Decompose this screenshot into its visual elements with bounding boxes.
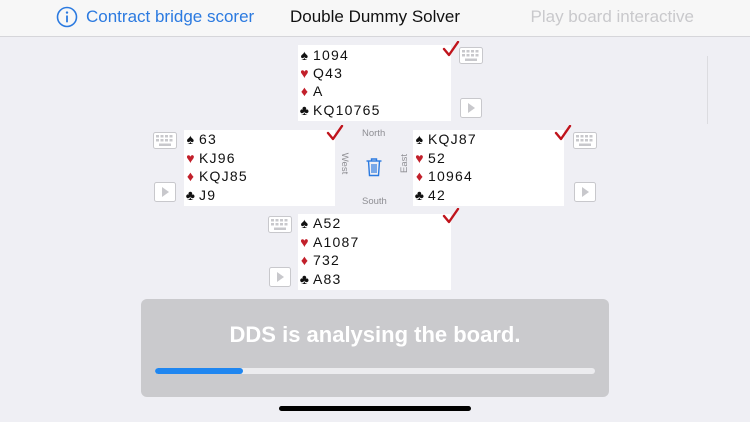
west-spades-row: ♠ 63 — [184, 131, 217, 149]
north-hearts-row: ♥ Q43 — [298, 65, 343, 83]
north-play-icon[interactable] — [460, 98, 482, 118]
west-play-icon[interactable] — [154, 182, 176, 202]
club-icon: ♣ — [299, 102, 311, 118]
west-hand: ♠ 63 ♥ KJ96 ♦ KQJ85 ♣ J9 — [184, 130, 335, 206]
trash-icon[interactable] — [365, 157, 383, 177]
progress-fill — [155, 368, 243, 374]
south-diamonds: 732 — [313, 252, 340, 268]
east-hearts-row: ♥ 52 — [413, 150, 446, 168]
spade-icon: ♠ — [300, 215, 310, 231]
heart-icon: ♥ — [186, 150, 196, 166]
west-diamonds: KQJ85 — [199, 168, 248, 184]
club-icon: ♣ — [299, 271, 311, 287]
north-checkmark-icon — [442, 41, 460, 57]
south-spades: A52 — [313, 215, 342, 231]
east-clubs-row: ♣ 42 — [413, 187, 446, 205]
east-clubs: 42 — [428, 187, 446, 203]
compass-west-label: West — [339, 152, 351, 175]
analysis-overlay: DDS is analysing the board. — [141, 299, 609, 397]
spade-icon: ♠ — [415, 131, 425, 147]
east-hand: ♠ KQJ87 ♥ 52 ♦ 10964 ♣ 42 — [413, 130, 564, 206]
east-hearts: 52 — [428, 150, 446, 166]
heart-icon: ♥ — [300, 65, 310, 81]
west-clubs-row: ♣ J9 — [184, 187, 216, 205]
south-hearts: A1087 — [313, 234, 360, 250]
analysis-status-text: DDS is analysing the board. — [229, 322, 521, 347]
compass-south-label: South — [362, 196, 387, 207]
south-hand: ♠ A52 ♥ A1087 ♦ 732 ♣ A83 — [298, 214, 451, 290]
west-clubs: J9 — [199, 187, 217, 203]
spade-icon: ♠ — [300, 47, 310, 63]
south-hearts-row: ♥ A1087 — [298, 234, 359, 252]
club-icon: ♣ — [414, 187, 426, 203]
north-hand: ♠ 1094 ♥ Q43 ♦ A ♣ KQ10765 — [298, 45, 451, 121]
north-spades-row: ♠ 1094 — [298, 47, 349, 65]
east-diamonds-row: ♦ 10964 — [413, 168, 473, 186]
north-hearts: Q43 — [313, 65, 344, 81]
south-keyboard-icon[interactable] — [268, 216, 292, 233]
diamond-icon: ♦ — [415, 168, 425, 184]
play-board-interactive-button[interactable]: Play board interactive — [531, 7, 694, 27]
analysis-progress-bar — [155, 368, 595, 374]
west-spades: 63 — [199, 131, 217, 147]
diamond-icon: ♦ — [300, 83, 310, 99]
east-checkmark-icon — [554, 125, 572, 141]
north-clubs-row: ♣ KQ10765 — [298, 102, 381, 120]
east-spades: KQJ87 — [428, 131, 477, 147]
west-keyboard-icon[interactable] — [153, 132, 177, 149]
east-play-icon[interactable] — [574, 182, 596, 202]
west-hearts-row: ♥ KJ96 — [184, 150, 236, 168]
divider — [707, 56, 708, 124]
south-spades-row: ♠ A52 — [298, 215, 342, 233]
south-checkmark-icon — [442, 208, 460, 224]
south-clubs-row: ♣ A83 — [298, 271, 342, 289]
south-diamonds-row: ♦ 732 — [298, 252, 340, 270]
diamond-icon: ♦ — [300, 252, 310, 268]
compass-east-label: East — [399, 153, 411, 174]
west-checkmark-icon — [326, 125, 344, 141]
west-diamonds-row: ♦ KQJ85 — [184, 168, 248, 186]
north-keyboard-icon[interactable] — [459, 47, 483, 64]
heart-icon: ♥ — [300, 234, 310, 250]
east-spades-row: ♠ KQJ87 — [413, 131, 477, 149]
club-icon: ♣ — [185, 187, 197, 203]
navigation-bar: Contract bridge scorer Double Dummy Solv… — [0, 0, 750, 37]
home-indicator — [279, 406, 471, 411]
compass-north-label: North — [362, 128, 386, 139]
north-diamonds: A — [313, 83, 324, 99]
south-play-icon[interactable] — [269, 267, 291, 287]
east-keyboard-icon[interactable] — [573, 132, 597, 149]
heart-icon: ♥ — [415, 150, 425, 166]
north-clubs: KQ10765 — [313, 102, 381, 118]
spade-icon: ♠ — [186, 131, 196, 147]
south-clubs: A83 — [313, 271, 342, 287]
north-diamonds-row: ♦ A — [298, 83, 324, 101]
north-spades: 1094 — [313, 47, 349, 63]
diamond-icon: ♦ — [186, 168, 196, 184]
west-hearts: KJ96 — [199, 150, 236, 166]
east-diamonds: 10964 — [428, 168, 473, 184]
